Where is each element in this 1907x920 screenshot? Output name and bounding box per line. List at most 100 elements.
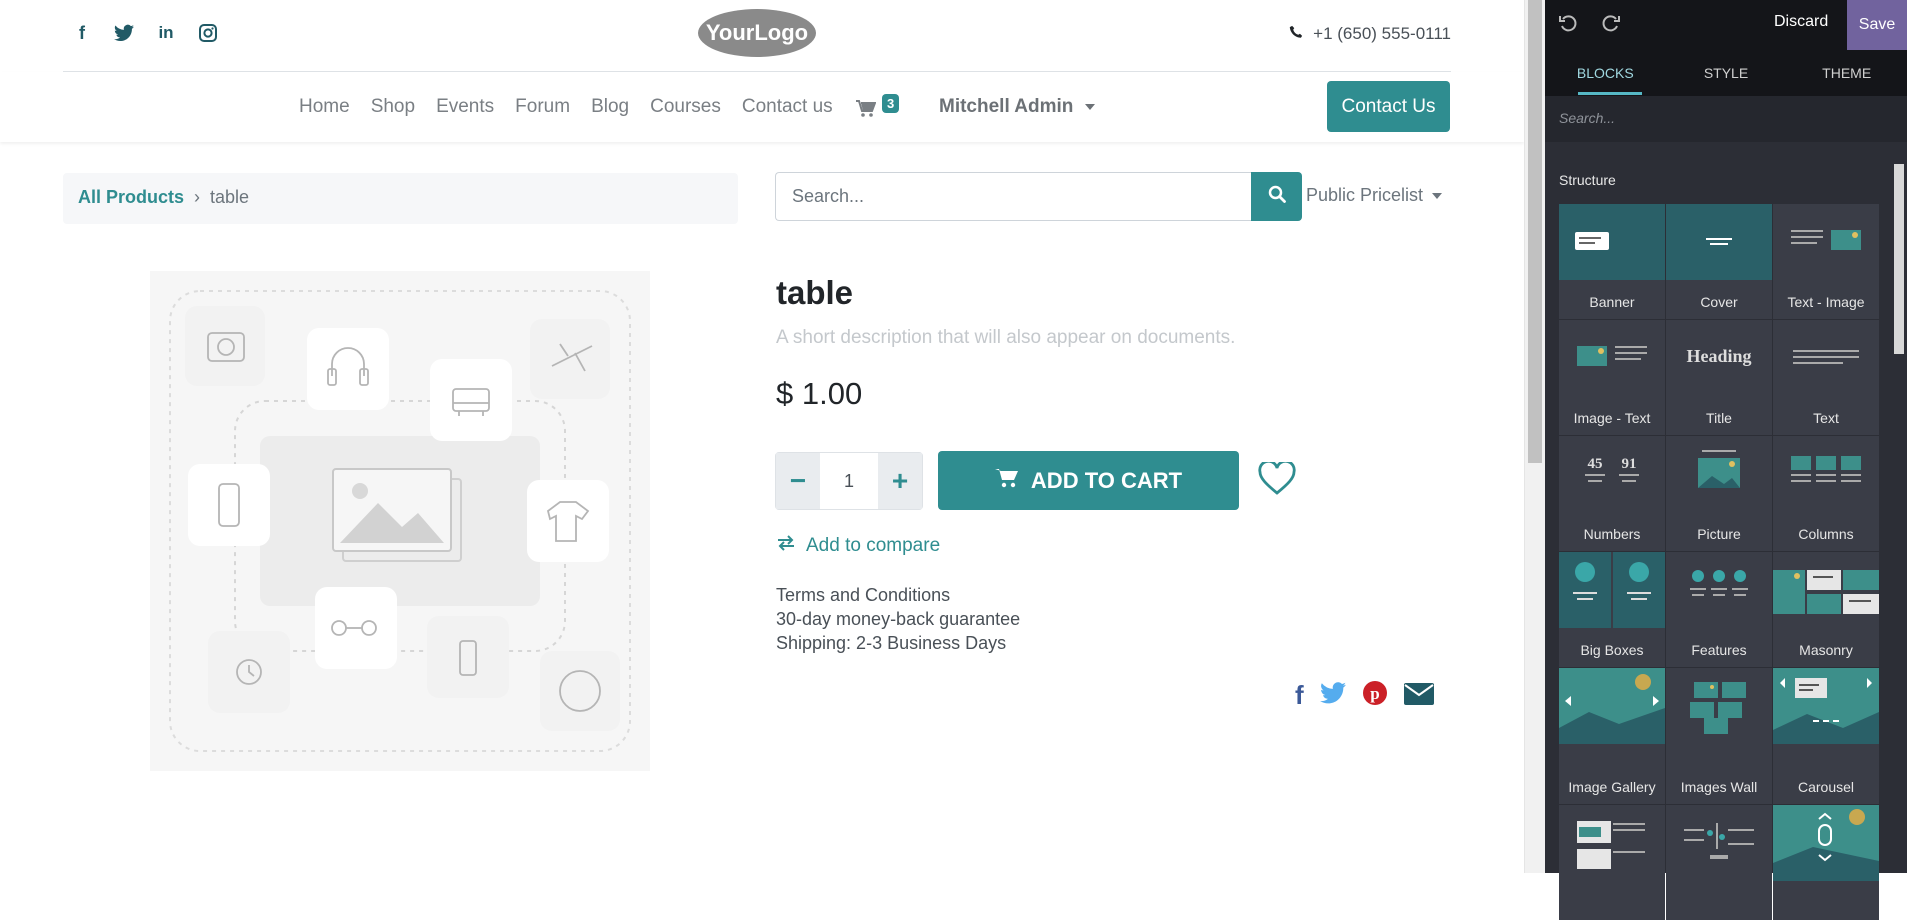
block-label: Picture: [1697, 526, 1741, 542]
block-image-text[interactable]: Image - Text: [1559, 320, 1665, 435]
block-masonry[interactable]: Masonry: [1773, 552, 1879, 667]
page: f in YourLogo +1 (650) 555-0111 Home Sho…: [0, 0, 1907, 920]
terms-line: Shipping: 2-3 Business Days: [776, 633, 1007, 653]
breadcrumb: All Products › table: [63, 173, 738, 224]
block-features[interactable]: Features: [1666, 552, 1772, 667]
product-title: table: [776, 274, 854, 311]
block-banner[interactable]: Banner: [1559, 204, 1665, 319]
editor-scrollbar-thumb[interactable]: [1894, 164, 1904, 354]
user-menu[interactable]: Mitchell Admin: [939, 96, 1095, 118]
quantity-stepper: − 1 +: [775, 452, 923, 510]
user-name: Mitchell Admin: [939, 96, 1074, 117]
exchange-icon: [776, 535, 796, 557]
menu: Home Shop Events Forum Blog Courses Cont…: [299, 96, 833, 118]
block-images-wall[interactable]: Images Wall: [1666, 668, 1772, 804]
quantity-input[interactable]: 1: [820, 453, 878, 509]
editor-scrollbar[interactable]: [1891, 150, 1907, 873]
save-button[interactable]: Save: [1847, 0, 1907, 50]
pricelist-dropdown[interactable]: Public Pricelist: [1306, 185, 1443, 206]
chevron-right-icon: ›: [194, 187, 201, 207]
instagram-icon[interactable]: [197, 22, 219, 44]
block-label: Banner: [1589, 294, 1635, 310]
add-to-cart-label: ADD TO CART: [1030, 467, 1183, 493]
product-price: $ 1.00: [776, 376, 863, 411]
block-columns[interactable]: Columns: [1773, 436, 1879, 551]
tab-style[interactable]: STYLE: [1666, 50, 1787, 96]
product-description[interactable]: A short description that will also appea…: [776, 327, 1235, 349]
product-search-input[interactable]: Search...: [775, 172, 1252, 221]
block-partial-1[interactable]: [1559, 805, 1665, 920]
block-partial-3[interactable]: [1773, 805, 1879, 920]
block-label: Text - Image: [1787, 294, 1865, 310]
menu-item-events[interactable]: Events: [436, 96, 494, 118]
terms-line: Terms and Conditions: [776, 585, 951, 605]
menu-item-courses[interactable]: Courses: [650, 96, 721, 118]
blocks-grid: Banner Cover Text - Image Image - Text H…: [1559, 204, 1879, 920]
phone-contact[interactable]: +1 (650) 555-0111: [1289, 24, 1451, 44]
block-carousel[interactable]: Carousel: [1773, 668, 1879, 804]
facebook-share-icon[interactable]: f: [1295, 680, 1304, 711]
main-nav: Home Shop Events Forum Blog Courses Cont…: [0, 72, 1524, 142]
contact-us-button[interactable]: Contact Us: [1327, 81, 1450, 132]
menu-item-home[interactable]: Home: [299, 96, 350, 118]
block-big-boxes[interactable]: Big Boxes: [1559, 552, 1665, 667]
quantity-decrease-button[interactable]: −: [776, 453, 820, 509]
block-label: Image Gallery: [1568, 779, 1656, 795]
menu-item-blog[interactable]: Blog: [591, 96, 629, 118]
menu-item-contact[interactable]: Contact us: [742, 96, 833, 118]
redo-icon[interactable]: [1601, 13, 1625, 37]
block-label: Masonry: [1799, 642, 1853, 658]
editor-toolbar: Discard Save: [1545, 0, 1907, 50]
block-cover[interactable]: Cover: [1666, 204, 1772, 319]
block-partial-2[interactable]: [1666, 805, 1772, 920]
phone-icon: [1289, 24, 1303, 44]
site-logo[interactable]: YourLogo: [697, 8, 817, 58]
block-text[interactable]: Text: [1773, 320, 1879, 435]
block-label: Carousel: [1797, 779, 1855, 795]
block-label: Title: [1706, 410, 1732, 426]
tab-theme[interactable]: THEME: [1786, 50, 1907, 96]
breadcrumb-current: table: [210, 187, 250, 207]
block-label: Images Wall: [1680, 779, 1758, 795]
breadcrumb-all-products[interactable]: All Products: [78, 187, 184, 210]
section-heading: Structure: [1559, 172, 1616, 188]
svg-text:YourLogo: YourLogo: [706, 20, 808, 45]
website-scrollbar[interactable]: [1524, 0, 1545, 873]
add-to-cart-button[interactable]: ADD TO CART: [938, 451, 1239, 510]
block-picture[interactable]: Picture: [1666, 436, 1772, 551]
menu-item-forum[interactable]: Forum: [515, 96, 570, 118]
blocks-search-input[interactable]: Search...: [1545, 96, 1907, 142]
block-title[interactable]: Heading Title: [1666, 320, 1772, 435]
block-image-gallery[interactable]: Image Gallery: [1559, 668, 1665, 804]
undo-icon[interactable]: [1558, 13, 1582, 37]
header-top: f in YourLogo +1 (650) 555-0111: [63, 0, 1451, 72]
search-button[interactable]: [1251, 172, 1302, 221]
twitter-share-icon[interactable]: [1319, 682, 1346, 709]
compare-label: Add to compare: [806, 535, 941, 556]
website-preview: f in YourLogo +1 (650) 555-0111 Home Sho…: [0, 0, 1524, 873]
menu-item-shop[interactable]: Shop: [371, 96, 415, 118]
block-label: Cover: [1700, 294, 1738, 310]
block-numbers[interactable]: 45 91 Numbers: [1559, 436, 1665, 551]
facebook-icon[interactable]: f: [71, 22, 93, 44]
product-image-placeholder: [150, 271, 650, 771]
cart-link[interactable]: 3: [856, 92, 906, 122]
tab-blocks[interactable]: BLOCKS: [1545, 50, 1666, 96]
block-text-image[interactable]: Text - Image: [1773, 204, 1879, 319]
scrollbar-thumb[interactable]: [1528, 0, 1542, 463]
terms-line: 30-day money-back guarantee: [776, 609, 1021, 629]
add-to-compare-link[interactable]: Add to compare: [776, 535, 940, 557]
block-label: Features: [1691, 642, 1747, 658]
discard-button[interactable]: Discard: [1774, 13, 1828, 31]
linkedin-icon[interactable]: in: [155, 22, 177, 44]
svg-text:Heading: Heading: [1686, 346, 1751, 366]
quantity-increase-button[interactable]: +: [878, 453, 922, 509]
pinterest-share-icon[interactable]: p: [1362, 680, 1388, 711]
phone-number: +1 (650) 555-0111: [1313, 24, 1451, 43]
cart-count-badge: 3: [882, 94, 900, 113]
svg-text:p: p: [1370, 684, 1379, 703]
wishlist-heart-icon[interactable]: [1258, 459, 1296, 498]
twitter-icon[interactable]: [113, 22, 135, 44]
email-share-icon[interactable]: [1403, 681, 1434, 710]
social-links: f in: [71, 22, 219, 44]
